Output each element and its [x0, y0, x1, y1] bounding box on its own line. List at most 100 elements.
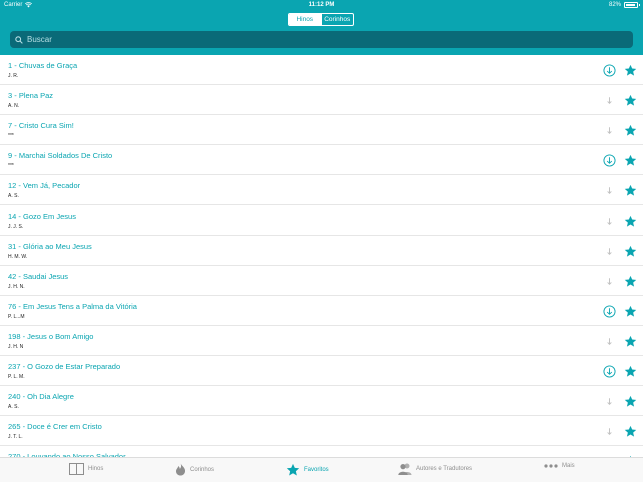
tab-bar: Hinos Corinhos Favoritos Autores e Tradu… — [0, 457, 643, 482]
hymn-author: A. S. — [8, 193, 19, 200]
download-button[interactable] — [603, 335, 616, 348]
download-arrow-icon — [607, 247, 612, 255]
hymn-author: P. L. M. — [8, 374, 25, 380]
list-item[interactable]: 42 - Saudai Jesus J. H. N. — [0, 266, 643, 296]
people-icon — [398, 463, 412, 475]
search-bar[interactable] — [10, 31, 633, 48]
download-button[interactable] — [603, 94, 616, 107]
download-arrow-icon — [607, 338, 612, 345]
favorite-star-icon[interactable] — [624, 64, 637, 77]
tab-corinhos[interactable]: Corinhos — [175, 463, 214, 476]
hymn-author: J. R. — [8, 73, 19, 79]
book-icon — [69, 463, 84, 475]
download-button[interactable] — [603, 124, 616, 137]
favorite-star-icon[interactable] — [624, 335, 637, 348]
search-input[interactable] — [27, 35, 607, 44]
list-item[interactable]: 14 - Gozo Em Jesus J. J. S. — [0, 206, 643, 236]
hymn-author: A. S. — [8, 404, 19, 411]
favorite-star-icon[interactable] — [624, 154, 637, 167]
favorite-star-icon[interactable] — [624, 94, 637, 107]
list-item[interactable]: 240 - Oh Dia Alegre A. S. — [0, 386, 643, 417]
favorite-star-icon[interactable] — [624, 395, 637, 408]
favorite-star-icon[interactable] — [624, 275, 637, 288]
hymn-author: J. H. N — [8, 343, 24, 350]
favorite-star-icon[interactable] — [624, 365, 637, 378]
header-bar: Carrier 11:12 PM 82% Hinos Corinhos — [0, 0, 643, 55]
download-circle-icon — [603, 365, 616, 378]
hymn-title: 3 - Plena Paz — [8, 91, 54, 101]
hymn-title: 7 - Cristo Cura Sim! — [8, 121, 74, 131]
download-circle-icon — [603, 154, 616, 167]
favorite-star-icon[interactable] — [624, 124, 637, 137]
favorite-star-icon[interactable] — [624, 245, 637, 258]
favorite-star-icon[interactable] — [624, 184, 637, 197]
hymn-title: 42 - Saudai Jesus — [8, 271, 69, 281]
list-item[interactable]: 31 - Glória ao Meu Jesus H. M. W. — [0, 236, 643, 266]
hymn-author: J. J. S. — [8, 223, 24, 230]
download-arrow-icon — [607, 277, 612, 285]
battery-icon — [624, 2, 640, 8]
list-item[interactable]: 265 - Doce é Crer em Cristo J. T. L. — [0, 416, 643, 447]
favorite-star-icon[interactable] — [624, 215, 637, 228]
hymn-title: 31 - Glória ao Meu Jesus — [8, 241, 92, 251]
download-button[interactable] — [603, 184, 616, 197]
segment-corinhos[interactable]: Corinhos — [320, 14, 354, 25]
hymn-title: 12 - Vem Já, Pecador — [8, 181, 81, 191]
download-arrow-icon — [607, 398, 612, 406]
battery-percent: 82% — [608, 2, 621, 8]
download-button[interactable] — [603, 395, 616, 408]
list-item[interactable]: 1 - Chuvas de Graça J. R. — [0, 55, 643, 85]
status-time: 11:12 PM — [308, 2, 335, 8]
hymn-author: J. T. L. — [8, 434, 23, 441]
search-icon — [15, 35, 23, 44]
hymn-title: 237 - O Gozo de Estar Preparado — [8, 362, 121, 371]
hymn-title: 1 - Chuvas de Graça — [8, 61, 78, 70]
tab-corinhos-label: Corinhos — [190, 466, 215, 473]
hymn-author: J. H. N. — [8, 283, 25, 290]
hymn-title: 76 - Em Jesus Tens a Palma da Vitória — [8, 301, 137, 311]
flame-icon — [175, 463, 186, 476]
hymn-author: H. M. W. — [8, 253, 28, 260]
tab-autores[interactable]: Autores e Tradutores — [398, 463, 472, 475]
segment-hinos[interactable]: Hinos — [289, 14, 321, 25]
star-icon — [286, 463, 300, 476]
hymn-author: A. N. — [8, 103, 20, 110]
list-item[interactable]: 3 - Plena Paz A. N. — [0, 85, 643, 116]
download-button[interactable] — [603, 154, 616, 167]
download-button[interactable] — [603, 245, 616, 258]
list-item[interactable]: 198 - Jesus o Bom Amigo J. H. N — [0, 326, 643, 356]
tab-mais-label: Mais — [562, 463, 575, 469]
download-button[interactable] — [603, 305, 616, 318]
list-item[interactable]: 76 - Em Jesus Tens a Palma da Vitória P. … — [0, 296, 643, 326]
download-arrow-icon — [607, 127, 612, 135]
download-circle-icon — [603, 64, 616, 77]
download-button[interactable] — [603, 425, 616, 438]
status-bar: Carrier 11:12 PM 82% — [0, 0, 643, 11]
hymn-title: 265 - Doce é Crer em Cristo — [8, 422, 102, 432]
list-item[interactable]: 237 - O Gozo de Estar Preparado P. L. M. — [0, 356, 643, 386]
download-button[interactable] — [603, 215, 616, 228]
favorite-star-icon[interactable] — [624, 305, 637, 318]
download-button[interactable] — [603, 365, 616, 378]
status-right: 82% — [608, 2, 640, 8]
tab-hinos-label: Hinos — [88, 466, 104, 472]
hymn-title: 9 - Marchai Soldados De Cristo — [8, 151, 113, 161]
download-arrow-icon — [607, 428, 612, 436]
download-circle-icon — [603, 305, 616, 318]
hymn-title: 240 - Oh Dia Alegre — [8, 392, 74, 402]
hinos-corinhos-segmented-control[interactable]: Hinos Corinhos — [288, 13, 354, 26]
hymn-title: 198 - Jesus o Bom Amigo — [8, 331, 94, 341]
more-icon — [544, 464, 558, 468]
download-arrow-icon — [607, 187, 612, 195]
download-button[interactable] — [603, 275, 616, 288]
list-item[interactable]: 7 - Cristo Cura Sim! *** — [0, 115, 643, 146]
hymn-author: *** — [8, 133, 14, 140]
tab-favoritos[interactable]: Favoritos — [286, 463, 329, 477]
list-item[interactable]: 12 - Vem Já, Pecador A. S. — [0, 175, 643, 206]
favorite-star-icon[interactable] — [624, 425, 637, 438]
list-item[interactable]: 9 - Marchai Soldados De Cristo *** — [0, 145, 643, 176]
tab-autores-label: Autores e Tradutores — [416, 466, 473, 472]
download-button[interactable] — [603, 64, 616, 77]
tab-mais[interactable]: Mais — [544, 463, 575, 469]
tab-hinos[interactable]: Hinos — [69, 463, 103, 475]
